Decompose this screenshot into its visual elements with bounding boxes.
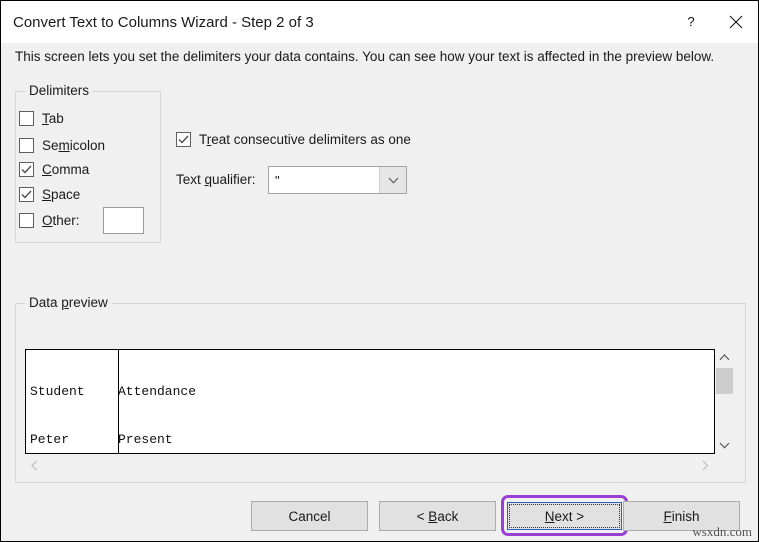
checkbox-treat-consecutive-delimiters[interactable]: Treat consecutive delimiters as one bbox=[176, 132, 411, 147]
checkbox-other-label: Other: bbox=[42, 213, 80, 228]
accel-key: C bbox=[42, 162, 52, 177]
chevron-down-icon bbox=[388, 177, 399, 184]
instruction-text: This screen lets you set the delimiters … bbox=[15, 49, 714, 64]
help-button[interactable]: ? bbox=[668, 1, 713, 43]
accel-key: B bbox=[428, 509, 437, 524]
chevron-left-icon bbox=[31, 460, 38, 471]
table-row: StudentAttendance bbox=[30, 384, 196, 400]
checkbox-space[interactable]: Space bbox=[19, 187, 80, 202]
chevron-right-icon bbox=[702, 460, 709, 471]
checkbox-tab[interactable]: Tab bbox=[19, 111, 64, 126]
data-preview-horizontal-scrollbar[interactable] bbox=[25, 456, 715, 475]
text-qualifier-value[interactable]: " bbox=[269, 167, 379, 193]
accel-key: q bbox=[205, 172, 213, 187]
table-row: PeterPresent bbox=[30, 432, 196, 448]
data-preview-pane[interactable]: StudentAttendance PeterPresent HarryAbse… bbox=[25, 349, 715, 454]
chevron-down-icon bbox=[719, 442, 730, 449]
checkbox-treat-consecutive-box[interactable] bbox=[176, 132, 191, 147]
checkbox-tab-box[interactable] bbox=[19, 111, 34, 126]
data-preview-group-label: Data preview bbox=[25, 295, 112, 310]
question-mark-icon: ? bbox=[683, 14, 699, 30]
other-delimiter-input[interactable] bbox=[103, 207, 144, 234]
title-bar-buttons: ? bbox=[668, 1, 758, 43]
delimiters-group-label: Delimiters bbox=[25, 83, 93, 98]
text-qualifier-label: Text qualifier: bbox=[176, 172, 256, 187]
next-button-highlight: Next > bbox=[501, 495, 628, 536]
text-qualifier-dropdown-button[interactable] bbox=[379, 167, 406, 193]
accel-key: N bbox=[545, 509, 555, 524]
close-icon bbox=[729, 15, 743, 29]
checkbox-space-label: Space bbox=[42, 187, 80, 202]
svg-text:?: ? bbox=[687, 14, 694, 29]
checkbox-other-box[interactable] bbox=[19, 213, 34, 228]
check-icon bbox=[21, 165, 32, 174]
back-button-label: < Back bbox=[417, 509, 459, 524]
checkbox-semicolon-label: Semicolon bbox=[42, 138, 105, 153]
accel-key: m bbox=[59, 138, 70, 153]
data-preview-rows: StudentAttendance PeterPresent HarryAbse… bbox=[30, 352, 196, 454]
scroll-down-button[interactable] bbox=[715, 437, 734, 454]
checkbox-semicolon[interactable]: Semicolon bbox=[19, 138, 105, 153]
accel-key: S bbox=[42, 187, 51, 202]
chevron-up-icon bbox=[719, 354, 730, 361]
checkbox-comma-label: Comma bbox=[42, 162, 89, 177]
accel-key: p bbox=[61, 295, 69, 310]
checkbox-semicolon-box[interactable] bbox=[19, 138, 34, 153]
checkbox-other[interactable]: Other: bbox=[19, 213, 80, 228]
cancel-button[interactable]: Cancel bbox=[251, 501, 368, 531]
scroll-up-button[interactable] bbox=[715, 349, 734, 366]
finish-button-label: Finish bbox=[663, 509, 699, 524]
accel-key: T bbox=[42, 111, 49, 126]
check-icon bbox=[21, 190, 32, 199]
accel-key: F bbox=[663, 509, 671, 524]
close-button[interactable] bbox=[713, 1, 758, 43]
scroll-left-button[interactable] bbox=[25, 456, 44, 475]
text-qualifier-combobox[interactable]: " bbox=[268, 166, 407, 194]
check-icon bbox=[178, 135, 189, 144]
checkbox-treat-consecutive-label: Treat consecutive delimiters as one bbox=[199, 132, 411, 147]
checkbox-space-box[interactable] bbox=[19, 187, 34, 202]
scrollbar-thumb[interactable] bbox=[716, 368, 733, 394]
next-button-label: Next > bbox=[545, 509, 584, 524]
checkbox-comma[interactable]: Comma bbox=[19, 162, 89, 177]
scroll-right-button[interactable] bbox=[696, 456, 715, 475]
window-title: Convert Text to Columns Wizard - Step 2 … bbox=[13, 14, 314, 31]
title-bar: Convert Text to Columns Wizard - Step 2 … bbox=[1, 1, 758, 43]
text-to-columns-wizard-dialog: Convert Text to Columns Wizard - Step 2 … bbox=[0, 0, 759, 542]
back-button[interactable]: < Back bbox=[379, 501, 496, 531]
checkbox-comma-box[interactable] bbox=[19, 162, 34, 177]
next-button[interactable]: Next > bbox=[507, 502, 622, 530]
watermark: wsxdn.com bbox=[692, 524, 752, 540]
accel-key: O bbox=[42, 213, 53, 228]
data-preview-vertical-scrollbar[interactable] bbox=[715, 349, 734, 454]
checkbox-tab-label: Tab bbox=[42, 111, 64, 126]
